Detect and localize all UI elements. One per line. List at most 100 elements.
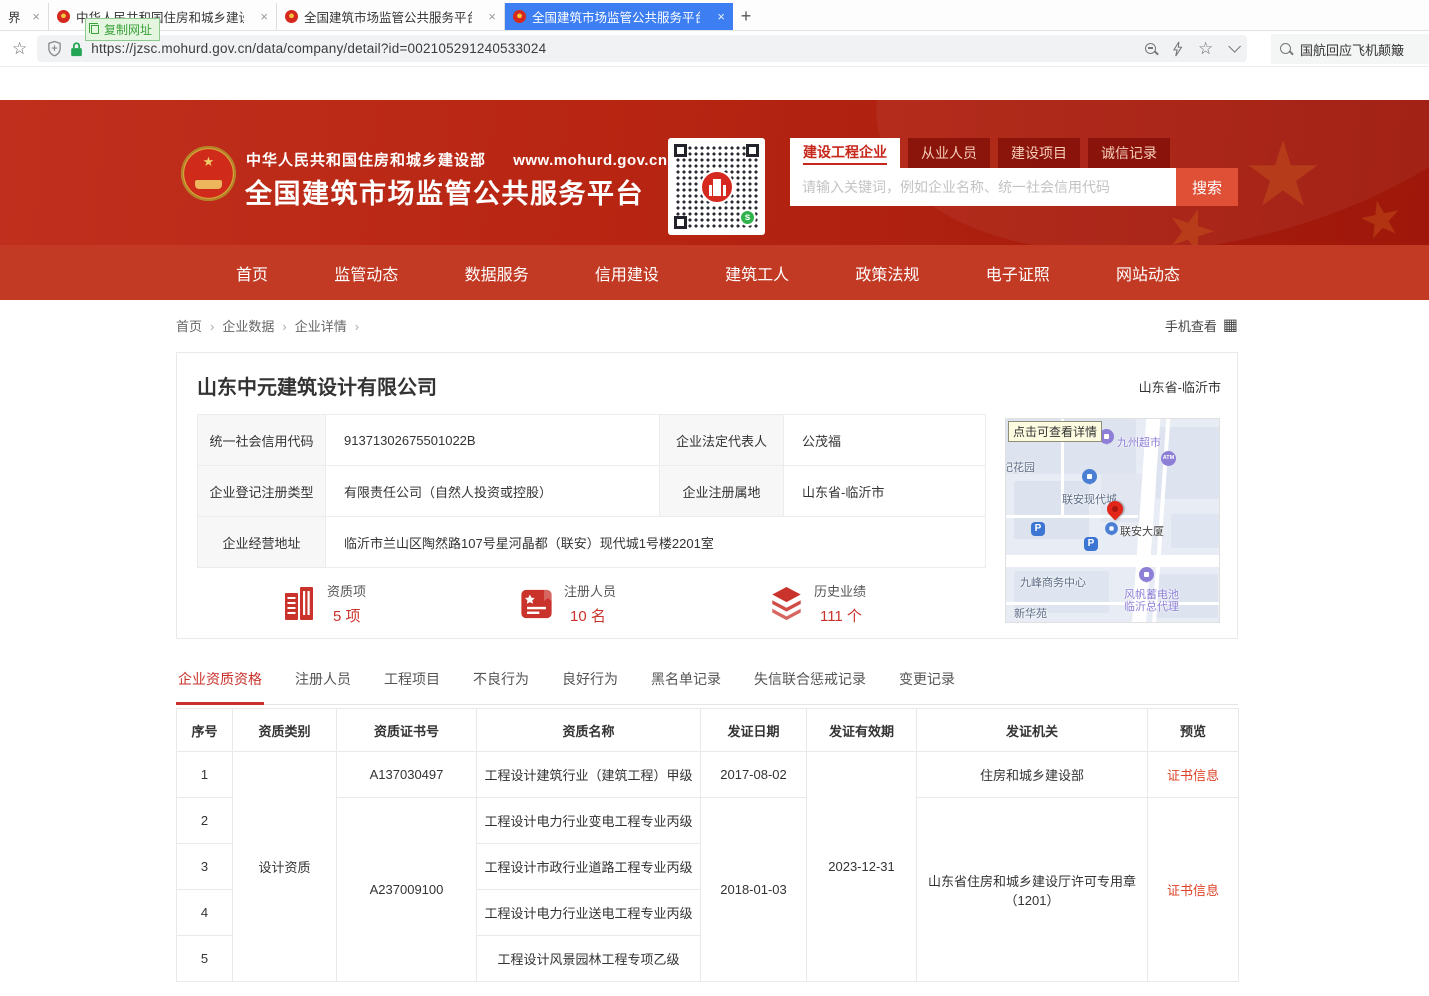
zoom-out-icon[interactable] [1145, 43, 1157, 55]
copy-icon [91, 25, 99, 34]
address-value: 临沂市兰山区陶然路107号星河晶都（联安）现代城1号楼2201室 [326, 517, 986, 568]
breadcrumb-company-data[interactable]: 企业数据 [222, 316, 294, 335]
validity-cell: 2023-12-31 [807, 752, 917, 982]
tab-bad-behavior[interactable]: 不良行为 [471, 663, 531, 704]
browser-tab-1[interactable]: 中华人民共和国住房和城乡建设 [49, 3, 277, 30]
star-decoration-icon [1357, 196, 1404, 243]
lightning-icon[interactable] [1172, 41, 1183, 57]
bookmark-star-icon[interactable] [12, 39, 27, 59]
search-tab-personnel[interactable]: 从业人员 [908, 138, 990, 168]
category-cell: 设计资质 [233, 752, 337, 982]
nav-item-supervision[interactable]: 监管动态 [334, 261, 398, 285]
company-card: 山东中元建筑设计有限公司 山东省-临沂市 统一社会信用代码 9137130267… [176, 352, 1238, 639]
tab-title: 全国建筑市场监管公共服务平台 [532, 7, 700, 26]
quick-search-text[interactable]: 国航回应飞机颠簸 [1300, 40, 1404, 59]
map-label-supermarket: 九州超市 [1117, 434, 1161, 450]
atm-icon: ATM [1161, 451, 1176, 466]
nav-item-credit[interactable]: 信用建设 [595, 261, 659, 285]
company-info-table: 统一社会信用代码 91371302675501022B 企业法定代表人 公茂福 … [197, 414, 986, 568]
nav-item-license[interactable]: 电子证照 [986, 261, 1050, 285]
table-row: 统一社会信用代码 91371302675501022B 企业法定代表人 公茂福 [198, 415, 986, 466]
company-region: 山东省-临沂市 [1139, 377, 1221, 396]
qualification-table: 序号 资质类别 资质证书号 资质名称 发证日期 发证有效期 发证机关 预览 1 … [176, 708, 1239, 982]
nav-item-policy[interactable]: 政策法规 [855, 261, 919, 285]
keyword-search-input[interactable] [790, 168, 1176, 206]
browser-tab-partial[interactable]: 界 [0, 3, 49, 30]
ministry-line: 中华人民共和国住房和城乡建设部 www.mohurd.gov.cn [246, 149, 668, 170]
tab-change-records[interactable]: 变更记录 [897, 663, 957, 704]
breadcrumb-home[interactable]: 首页 [176, 316, 222, 335]
tab-registered-personnel[interactable]: 注册人员 [293, 663, 353, 704]
nav-item-data-service[interactable]: 数据服务 [465, 261, 529, 285]
search-icon [1280, 43, 1292, 55]
residence-poi-icon [1082, 469, 1097, 484]
tab-dishonesty[interactable]: 失信联合惩戒记录 [752, 663, 868, 704]
close-icon[interactable] [254, 10, 268, 23]
browser-tab-2[interactable]: 全国建筑市场监管公共服务平台 [277, 3, 505, 30]
building-icon [283, 586, 317, 622]
browser-quick-search[interactable]: 国航回应飞机颠簸 [1271, 34, 1429, 64]
new-tab-button[interactable] [733, 4, 759, 30]
close-icon[interactable] [482, 10, 496, 23]
page: 界 中华人民共和国住房和城乡建设 全国建筑市场监管公共服务平台 全国建筑市场监管… [0, 0, 1429, 996]
qr-center-logo-icon [700, 170, 734, 204]
search-tab-credit[interactable]: 诚信记录 [1088, 138, 1170, 168]
site-favicon-icon [513, 10, 526, 23]
browser-tab-active[interactable]: 全国建筑市场监管公共服务平台 [505, 3, 733, 30]
url-text[interactable]: https://jzsc.mohurd.gov.cn/data/company/… [91, 41, 546, 56]
browser-address-bar: https://jzsc.mohurd.gov.cn/data/company/… [0, 31, 1429, 67]
nav-item-home[interactable]: 首页 [236, 261, 268, 285]
tab-blacklist[interactable]: 黑名单记录 [649, 663, 723, 704]
breadcrumb-company-detail: 企业详情 [295, 316, 367, 335]
close-icon[interactable] [711, 10, 725, 23]
company-stats: 资质项5 项 注册人员10 名 历史业绩111 个 [197, 581, 986, 626]
https-lock-icon [70, 41, 83, 57]
ministry-site-url: www.mohurd.gov.cn [513, 152, 667, 169]
search-tab-enterprise[interactable]: 建设工程企业 [790, 138, 900, 168]
qr-code-icon[interactable] [1223, 315, 1238, 335]
tab-title: 界 [8, 7, 21, 26]
table-row: 企业登记注册类型 有限责任公司（自然人投资或控股） 企业注册属地 山东省-临沂市 [198, 466, 986, 517]
browser-tab-bar: 界 中华人民共和国住房和城乡建设 全国建筑市场监管公共服务平台 全国建筑市场监管… [0, 0, 1429, 31]
favorite-star-icon[interactable] [1198, 39, 1213, 59]
stat-qualifications[interactable]: 资质项5 项 [283, 581, 366, 626]
breadcrumb: 首页 企业数据 企业详情 手机查看 [176, 315, 1238, 335]
tab-projects[interactable]: 工程项目 [382, 663, 442, 704]
stat-historical-performance[interactable]: 历史业绩111 个 [769, 581, 866, 626]
close-icon[interactable] [26, 10, 40, 23]
reg-type-value: 有限责任公司（自然人投资或控股） [326, 466, 660, 517]
nav-item-workers[interactable]: 建筑工人 [725, 261, 789, 285]
tab-good-behavior[interactable]: 良好行为 [560, 663, 620, 704]
detail-tabs: 企业资质资格 注册人员 工程项目 不良行为 良好行为 黑名单记录 失信联合惩戒记… [176, 663, 1238, 705]
site-favicon-icon [57, 10, 70, 23]
layers-icon [769, 586, 804, 622]
reg-region-value: 山东省-临沂市 [784, 466, 986, 517]
map-label-lianan-tower: 联安大厦 [1120, 523, 1164, 539]
qr-miniprogram-icon: s [739, 209, 756, 226]
authority-cell: 山东省住房和城乡建设厅许可专用章 （1201） [917, 798, 1148, 982]
certificate-icon [519, 587, 554, 621]
search-tab-project[interactable]: 建设项目 [998, 138, 1080, 168]
location-map[interactable]: 点击可查看详情 九州超市 ATM 纪花园 联安现代城 联安大厦 P P 九峰商务… [1005, 418, 1220, 623]
tab-qualifications[interactable]: 企业资质资格 [176, 663, 264, 705]
mobile-view-label[interactable]: 手机查看 [1165, 316, 1217, 335]
qr-pattern: s [675, 145, 758, 228]
certificate-info-link[interactable]: 证书信息 [1167, 768, 1219, 783]
tower-poi-icon [1105, 522, 1118, 535]
legal-rep-value: 公茂福 [784, 415, 986, 466]
table-row: 2 A237009100 工程设计电力行业变电工程专业丙级 2018-01-03… [177, 798, 1239, 844]
shield-icon [47, 40, 62, 57]
tab-title: 全国建筑市场监管公共服务平台 [304, 7, 472, 26]
certificate-info-link[interactable]: 证书信息 [1167, 883, 1219, 898]
battery-poi-icon [1139, 567, 1154, 582]
nav-item-news[interactable]: 网站动态 [1116, 261, 1180, 285]
url-field[interactable]: https://jzsc.mohurd.gov.cn/data/company/… [37, 35, 1247, 62]
header-search-module: 建设工程企业 从业人员 建设项目 诚信记录 搜索 [790, 138, 1238, 206]
map-label-xinhua: 新华苑 [1014, 605, 1047, 621]
chevron-down-icon[interactable] [1229, 40, 1242, 53]
site-favicon-icon [285, 10, 298, 23]
national-emblem-icon [181, 146, 236, 201]
search-button[interactable]: 搜索 [1176, 168, 1238, 206]
site-header-banner: 中华人民共和国住房和城乡建设部 www.mohurd.gov.cn 全国建筑市场… [0, 100, 1429, 245]
stat-registered-personnel[interactable]: 注册人员10 名 [519, 581, 616, 626]
